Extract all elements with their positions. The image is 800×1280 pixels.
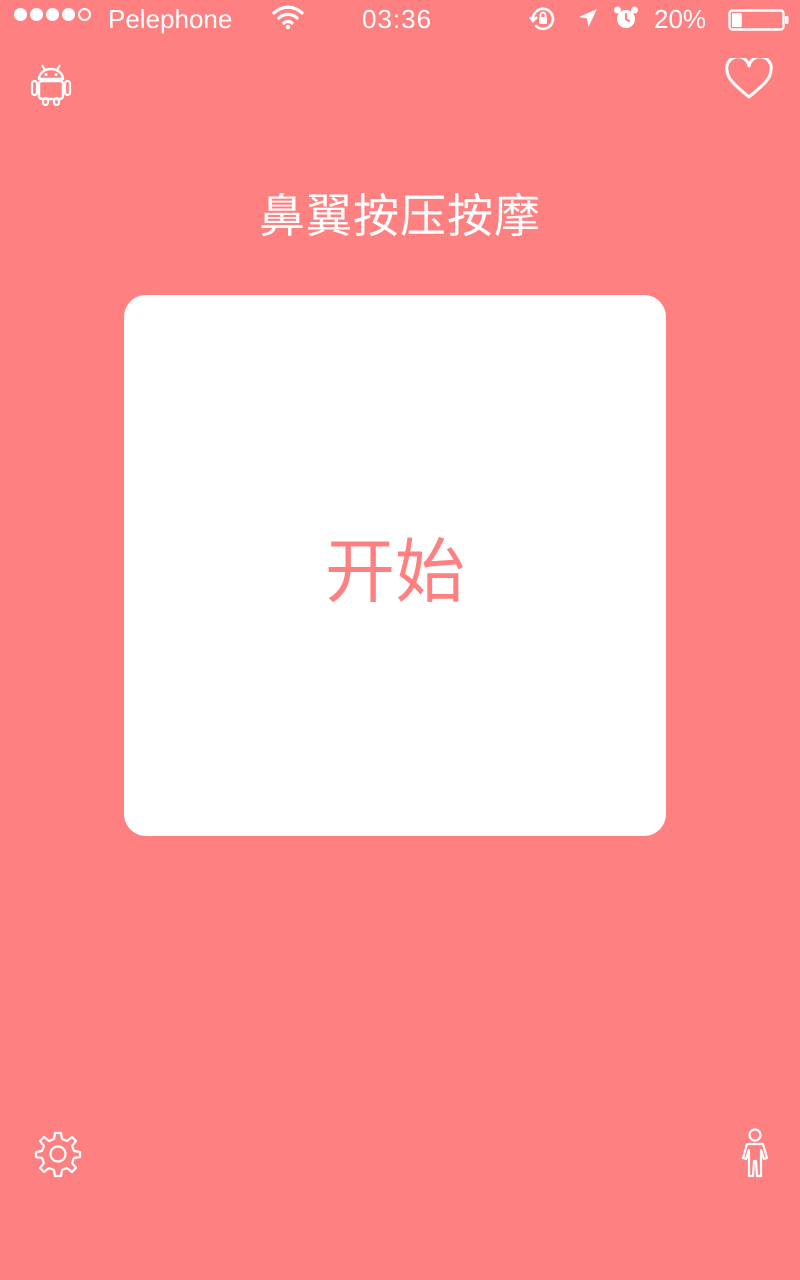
status-bar: Pelephone 03:36 20% bbox=[0, 0, 800, 40]
signal-dot bbox=[78, 8, 91, 21]
battery-percentage: 20% bbox=[654, 4, 707, 34]
status-time: 03:36 bbox=[362, 4, 433, 34]
battery-icon bbox=[728, 7, 790, 38]
signal-dot bbox=[30, 8, 43, 21]
person-icon[interactable] bbox=[736, 1128, 774, 1185]
cell-signal-indicator bbox=[14, 8, 91, 21]
start-button-label: 开始 bbox=[325, 531, 465, 613]
page-title: 鼻翼按压按摩 bbox=[259, 189, 541, 243]
start-button[interactable]: 开始 bbox=[124, 295, 666, 836]
android-icon[interactable] bbox=[30, 62, 72, 111]
alarm-clock-icon bbox=[612, 4, 640, 39]
rotation-lock-icon bbox=[528, 6, 558, 39]
gear-icon[interactable] bbox=[32, 1130, 84, 1183]
carrier-name: Pelephone bbox=[108, 4, 233, 34]
signal-dot bbox=[62, 8, 75, 21]
wifi-icon bbox=[272, 4, 304, 37]
heart-icon[interactable] bbox=[724, 55, 774, 105]
signal-dot bbox=[46, 8, 59, 21]
location-arrow-icon bbox=[576, 6, 600, 37]
signal-dot bbox=[14, 8, 27, 21]
